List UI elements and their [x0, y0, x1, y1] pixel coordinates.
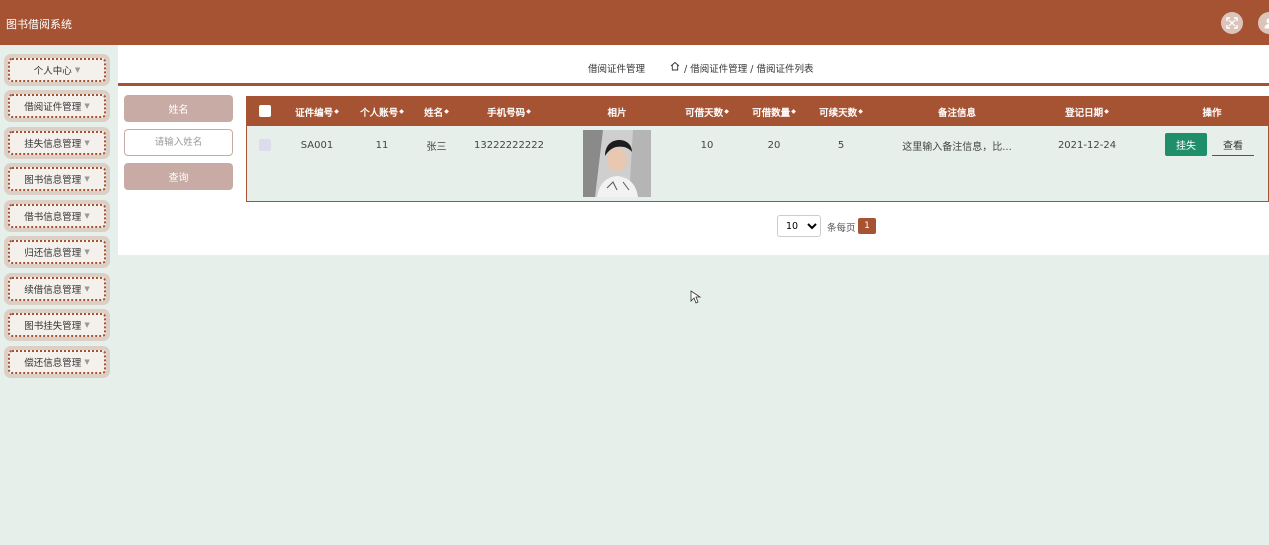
- caret-down-icon: ▼: [84, 175, 90, 183]
- column-header[interactable]: 可借天数 ◆: [677, 97, 737, 126]
- caret-down-icon: ▼: [74, 66, 81, 74]
- sort-icon: ◆: [444, 108, 449, 115]
- cell-cert-no: SA001: [300, 139, 334, 151]
- query-button[interactable]: 查询: [124, 163, 233, 190]
- sidebar-item-book-loss[interactable]: 图书挂失管理 ▼: [4, 309, 110, 341]
- sidebar-item-label: 借书信息管理: [24, 212, 82, 223]
- sidebar-item-label: 归还信息管理: [24, 248, 82, 259]
- sort-icon: ◆: [1104, 108, 1109, 115]
- top-bar: 图书借阅系统: [0, 0, 1269, 45]
- cell-loan-qty: 20: [767, 139, 781, 151]
- user-photo[interactable]: [583, 130, 651, 197]
- cell-remark: 这里输入备注信息，比...: [902, 141, 1012, 153]
- search-label: 姓名: [124, 95, 233, 122]
- sort-icon: ◆: [791, 108, 796, 115]
- page-number-button[interactable]: 1: [858, 218, 876, 234]
- column-header[interactable]: 手机号码 ◆: [469, 97, 549, 126]
- sidebar: 个人中心 ▼ 借阅证件管理 ▼ 挂失信息管理 ▼ 图书信息管理 ▼ 借书信息管理 ▼ 归还…: [0, 45, 118, 545]
- main-panel: 借阅证件管理 / 借阅证件管理 / 借阅证件列表 姓名 查询 证件编号◆ 个人账…: [118, 45, 1269, 255]
- breadcrumb: 借阅证件管理 / 借阅证件管理 / 借阅证件列表: [118, 45, 1269, 86]
- column-header: 操作: [1202, 107, 1222, 119]
- sidebar-item-borrow-info[interactable]: 借书信息管理 ▼: [4, 200, 110, 232]
- cell-renew-days: 5: [837, 139, 845, 151]
- sidebar-item-book-info[interactable]: 图书信息管理 ▼: [4, 163, 110, 195]
- per-page-text: 条每页: [827, 223, 856, 234]
- table-row: SA001 11 张三 13222222222 10 20 5 这里输入备注信息…: [247, 126, 1268, 201]
- card-table: 证件编号 ◆ 个人账号 ◆ 姓名 ◆ 手机号码 ◆ 相片 可借天数 ◆ 可借数量 ◆ 可续天…: [246, 96, 1269, 202]
- sort-icon: ◆: [334, 108, 339, 115]
- sort-icon: ◆: [526, 108, 531, 115]
- cell-date: 2021-12-24: [1057, 139, 1117, 151]
- cell-phone: 13222222222: [474, 139, 544, 151]
- home-icon[interactable]: [670, 61, 680, 71]
- column-header[interactable]: 可续天数 ◆: [811, 97, 871, 126]
- row-checkbox[interactable]: [259, 139, 271, 151]
- column-header[interactable]: 可借数量 ◆: [744, 97, 804, 126]
- column-header[interactable]: 个人账号 ◆: [352, 97, 412, 126]
- sidebar-item-label: 偿还信息管理: [24, 358, 82, 369]
- caret-down-icon: ▼: [84, 285, 90, 293]
- cell-loan-days: 10: [700, 139, 714, 151]
- sidebar-item-label: 个人中心: [33, 66, 72, 77]
- sidebar-item-label: 图书信息管理: [24, 175, 82, 186]
- sidebar-item-label: 借阅证件管理: [24, 102, 82, 113]
- sidebar-item-label: 续借信息管理: [24, 285, 82, 296]
- select-all-checkbox[interactable]: [259, 105, 271, 117]
- table-header: 证件编号 ◆ 个人账号 ◆ 姓名 ◆ 手机号码 ◆ 相片 可借天数 ◆ 可借数量 ◆ 可续天…: [247, 97, 1269, 126]
- user-icon[interactable]: [1258, 12, 1269, 34]
- name-search-input[interactable]: [124, 129, 233, 156]
- caret-down-icon: ▼: [84, 321, 90, 329]
- column-header[interactable]: 证件编号 ◆: [287, 97, 347, 126]
- cell-name: 张三: [426, 141, 447, 153]
- fullscreen-icon[interactable]: [1221, 12, 1243, 34]
- column-header[interactable]: 姓名 ◆: [414, 97, 459, 126]
- sidebar-item-renew-info[interactable]: 续借信息管理 ▼: [4, 273, 110, 305]
- breadcrumb-path[interactable]: / 借阅证件管理 / 借阅证件列表: [684, 61, 813, 75]
- view-button[interactable]: 查看: [1212, 133, 1254, 156]
- page-title: 借阅证件管理: [588, 64, 646, 75]
- sidebar-item-card-management[interactable]: 借阅证件管理 ▼: [4, 90, 110, 122]
- page-size-select[interactable]: 10: [777, 215, 821, 237]
- sidebar-item-label: 挂失信息管理: [24, 139, 82, 150]
- app-title: 图书借阅系统: [6, 18, 72, 31]
- sort-icon: ◆: [724, 108, 729, 115]
- caret-down-icon: ▼: [84, 139, 90, 147]
- report-loss-button[interactable]: 挂失: [1165, 133, 1207, 156]
- caret-down-icon: ▼: [84, 102, 90, 110]
- cell-account: 11: [375, 139, 389, 151]
- caret-down-icon: ▼: [84, 212, 90, 220]
- sidebar-item-personal-center[interactable]: 个人中心 ▼: [4, 54, 110, 86]
- sidebar-item-repay-info[interactable]: 偿还信息管理 ▼: [4, 346, 110, 378]
- column-header: 备注信息: [937, 107, 976, 119]
- caret-down-icon: ▼: [84, 248, 90, 256]
- sort-icon: ◆: [858, 108, 863, 115]
- column-header[interactable]: 登记日期 ◆: [1057, 97, 1117, 126]
- mouse-cursor-icon: [690, 290, 702, 304]
- sidebar-item-return-info[interactable]: 归还信息管理 ▼: [4, 236, 110, 268]
- caret-down-icon: ▼: [84, 358, 90, 366]
- sidebar-item-loss-info[interactable]: 挂失信息管理 ▼: [4, 127, 110, 159]
- sort-icon: ◆: [399, 108, 404, 115]
- column-header: 相片: [607, 107, 627, 119]
- sidebar-item-label: 图书挂失管理: [24, 321, 82, 332]
